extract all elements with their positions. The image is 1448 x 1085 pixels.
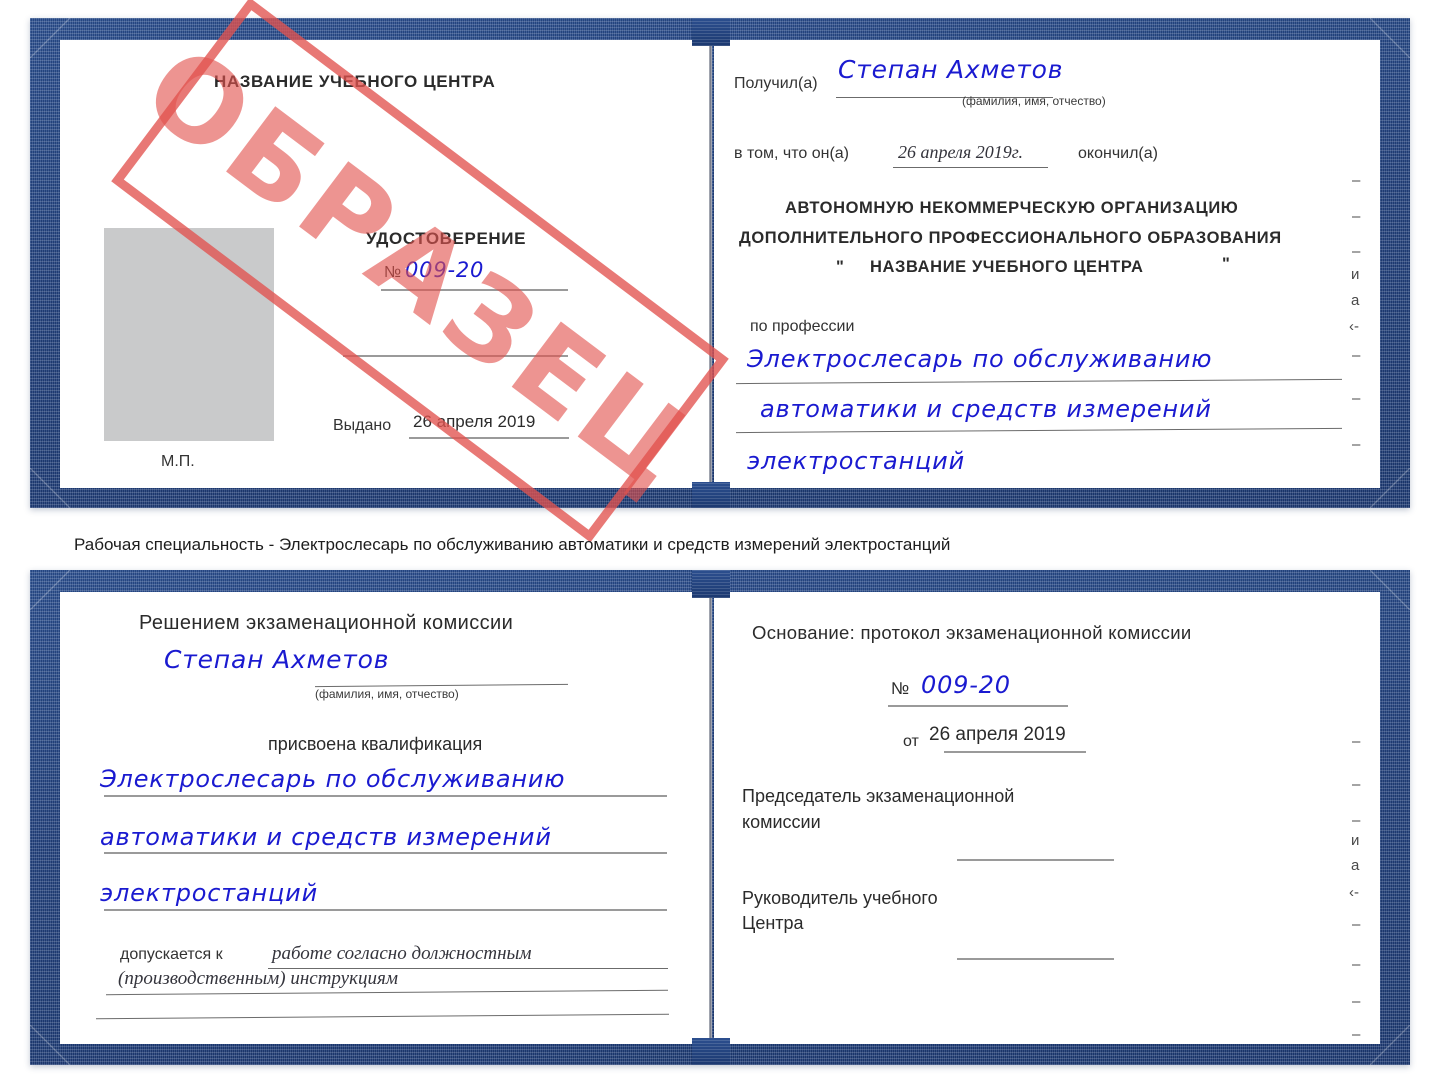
finished-date-rule — [893, 167, 1048, 168]
chairman-signature-rule — [957, 859, 1114, 861]
decision-title: Решением экзаменационной комиссии — [139, 612, 514, 634]
qualification-line-1: Электрослесарь по обслуживанию — [100, 765, 566, 793]
margin-stub-bot-5: ‹- — [1349, 884, 1359, 901]
margin-stub-bot-4: а — [1351, 857, 1360, 874]
margin-stub-bot-9: – — [1352, 1026, 1361, 1043]
margin-stub-top-4: а — [1351, 292, 1360, 309]
certificate-top-spine-tab-lower — [692, 482, 730, 508]
certificate-top-spine — [709, 40, 712, 488]
org-line-1: АВТОНОМНУЮ НЕКОММЕРЧЕСКУЮ ОРГАНИЗАЦИЮ — [785, 199, 1239, 217]
chairman-line-2: комиссии — [742, 812, 821, 832]
org-line-3-open-quote: " — [836, 258, 845, 276]
fio-hint-top: (фамилия, имя, отчество) — [962, 94, 1106, 108]
protocol-date-label: от — [903, 733, 919, 750]
margin-stub-top-6: – — [1352, 347, 1361, 364]
allowed-label: допускается к — [120, 946, 223, 963]
qualification-line-3: электростанций — [100, 879, 318, 907]
caption-text: Рабочая специальность - Электрослесарь п… — [74, 535, 951, 554]
qualification-rule-1 — [104, 795, 667, 797]
head-line-1: Руководитель учебного — [742, 888, 938, 908]
stamp-place-label: М.П. — [161, 453, 195, 470]
issued-rule — [409, 437, 569, 439]
certificate-blank-rule-mid — [343, 355, 568, 357]
doc-title-udostoverenie: УДОСТОВЕРЕНИЕ — [366, 229, 527, 248]
protocol-date-rule — [944, 751, 1086, 753]
profession-line-2: автоматики и средств измерений — [760, 395, 1212, 423]
basis-label: Основание: протокол экзаменационной коми… — [752, 622, 1192, 643]
margin-stub-bot-3: и — [1351, 832, 1360, 849]
org-line-3-close-quote: " — [1222, 255, 1231, 273]
qualification-rule-3 — [104, 909, 667, 911]
decision-name-value: Степан Ахметов — [164, 645, 390, 674]
margin-stub-bot-0: – — [1352, 733, 1361, 750]
margin-stub-bot-2: – — [1352, 812, 1361, 829]
margin-stub-top-5: ‹- — [1349, 318, 1359, 335]
certificate-number-value: 009-20 — [405, 258, 485, 282]
margin-stub-top-2: – — [1352, 243, 1361, 260]
certificate-bottom-spine-tab-lower — [692, 1038, 730, 1065]
margin-stub-bot-7: – — [1352, 956, 1361, 973]
profession-line-1: Электрослесарь по обслуживанию — [747, 345, 1213, 373]
margin-stub-bot-1: – — [1352, 776, 1361, 793]
that-he-label: в том, что он(а) — [734, 145, 849, 162]
protocol-number-value: 009-20 — [921, 671, 1011, 699]
issued-value: 26 апреля 2019 — [413, 412, 536, 431]
certificate-top-spine-tab-upper — [692, 18, 730, 46]
margin-stub-top-3: и — [1351, 266, 1360, 283]
margin-stub-top-8: – — [1352, 436, 1361, 453]
qualification-rule-2 — [104, 852, 667, 854]
head-line-2: Центра — [742, 913, 804, 933]
photo-placeholder — [104, 228, 274, 441]
allowed-value-2: (производственным) инструкциям — [118, 968, 398, 989]
qualification-line-2: автоматики и средств измерений — [100, 823, 552, 851]
certificate-number-label: № — [384, 264, 402, 281]
margin-stub-bot-6: – — [1352, 916, 1361, 933]
issued-label: Выдано — [333, 417, 392, 434]
protocol-number-rule — [888, 705, 1068, 707]
certificate-bottom-spine-tab-upper — [692, 570, 730, 598]
margin-stub-top-7: – — [1352, 390, 1361, 407]
certificate-bottom-spine — [709, 592, 712, 1044]
org-line-3: НАЗВАНИЕ УЧЕБНОГО ЦЕНТРА — [870, 258, 1144, 276]
org-title-top-left: НАЗВАНИЕ УЧЕБНОГО ЦЕНТРА — [214, 72, 496, 91]
profession-label: по профессии — [750, 318, 855, 335]
finished-date-value: 26 апреля 2019г. — [898, 142, 1024, 162]
org-line-2: ДОПОЛНИТЕЛЬНОГО ПРОФЕССИОНАЛЬНОГО ОБРАЗО… — [739, 229, 1282, 247]
received-value: Степан Ахметов — [838, 55, 1064, 84]
certificate-number-rule — [381, 289, 568, 291]
finished-label: окончил(а) — [1078, 145, 1158, 162]
chairman-line-1: Председатель экзаменационной — [742, 786, 1015, 806]
head-signature-rule — [957, 958, 1114, 960]
protocol-date-value: 26 апреля 2019 — [929, 724, 1066, 745]
qualification-label: присвоена квалификация — [268, 734, 483, 754]
received-label: Получил(а) — [734, 75, 818, 92]
profession-line-3: электростанций — [747, 447, 965, 475]
fio-hint-bottom: (фамилия, имя, отчество) — [315, 687, 459, 701]
margin-stub-top-1: – — [1352, 208, 1361, 225]
allowed-value-1: работе согласно должностным — [272, 943, 532, 964]
margin-stub-top-0: – — [1352, 172, 1361, 189]
protocol-number-label: № — [891, 679, 910, 698]
margin-stub-bot-8: – — [1352, 993, 1361, 1010]
